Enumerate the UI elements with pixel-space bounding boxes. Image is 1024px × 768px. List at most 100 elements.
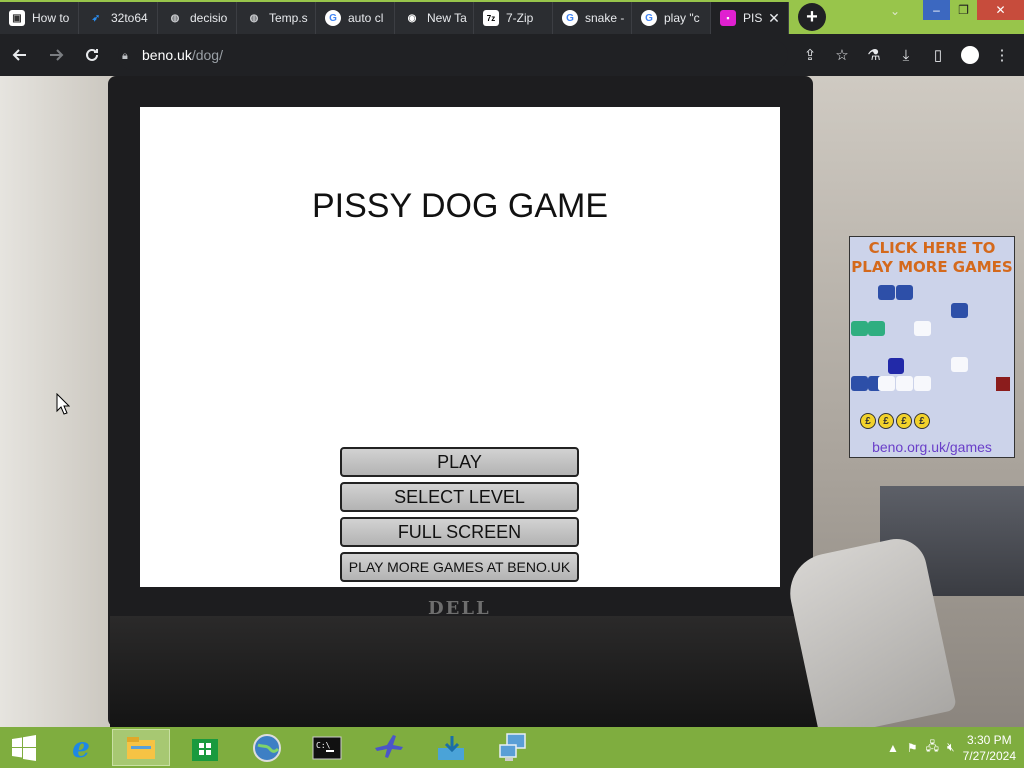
game-block (896, 285, 913, 300)
coin-icon: £ (878, 413, 894, 429)
7zip-icon: 7z (483, 10, 499, 26)
tab-title: play "c (664, 11, 700, 25)
tab-close-icon[interactable]: ✕ (766, 10, 782, 27)
tab-title: New Ta (427, 11, 467, 25)
globe-app-icon[interactable] (238, 729, 296, 766)
share-icon[interactable]: ⇪ (796, 39, 824, 71)
volume-muted-icon[interactable]: 🔇︎ (947, 740, 955, 755)
ad-headline-line2: PLAY MORE GAMES (851, 258, 1013, 276)
window-controls: – ❐ ✕ (923, 0, 1024, 22)
store-icon[interactable] (176, 729, 234, 766)
new-tab-button[interactable]: + (798, 3, 826, 31)
game-block (914, 376, 931, 391)
close-window-button[interactable]: ✕ (977, 0, 1024, 20)
game-block (851, 321, 868, 336)
airplane-app-icon[interactable] (360, 729, 418, 766)
tab-title: auto cl (348, 11, 384, 25)
url-path: /dog/ (191, 47, 223, 63)
network-status-icon[interactable]: 🖧︎ (926, 737, 939, 758)
kebab-menu-icon[interactable]: ⋮ (988, 39, 1016, 71)
ad-headline-line1: CLICK HERE TO (868, 239, 996, 257)
pissy-dog-icon: ▪ (720, 10, 736, 26)
side-panel-icon[interactable]: ▯ (924, 39, 952, 71)
tab-7zip[interactable]: 7z 7-Zip (474, 2, 553, 34)
forward-button[interactable] (40, 39, 72, 71)
tab-new-tab[interactable]: ◉ New Ta (395, 2, 474, 34)
tab-title: snake - (585, 11, 625, 25)
internet-explorer-icon[interactable]: e (52, 729, 110, 766)
page-viewport: DELL PISSY DOG GAME PLAY SELECT LEVEL FU… (0, 76, 1024, 727)
full-screen-button[interactable]: FULL SCREEN (340, 517, 579, 547)
game-block (851, 376, 868, 391)
command-prompt-icon[interactable]: C:\ (298, 729, 356, 766)
install-app-icon[interactable] (422, 729, 480, 766)
tab-title: 32to64 (111, 11, 148, 25)
tab-title: decisio (190, 11, 228, 25)
browser-toolbar: 🔒︎ beno.uk/dog/ ⇪ ☆ ⚗ ⤓ ▯ ⋮ (0, 34, 1024, 76)
tab-decisio[interactable]: ◍ decisio (158, 2, 237, 34)
game-canvas[interactable]: PISSY DOG GAME PLAY SELECT LEVEL FULL SC… (140, 107, 780, 587)
laptop-logo: DELL (428, 598, 491, 619)
tab-snake[interactable]: G snake - (553, 2, 632, 34)
play-button[interactable]: PLAY (340, 447, 579, 477)
mouse-cursor-icon (56, 392, 71, 420)
chrome-icon: ◉ (407, 12, 417, 24)
globe-icon: ◍ (170, 12, 180, 24)
tab-how-to[interactable]: ▣ How to (0, 2, 79, 34)
address-bar[interactable]: 🔒︎ beno.uk/dog/ (118, 40, 788, 70)
game-block (951, 303, 968, 318)
page-icon: ▣ (9, 10, 25, 26)
game-block (914, 321, 931, 336)
tab-temps[interactable]: ◍ Temp.s (237, 2, 316, 34)
more-games-button[interactable]: PLAY MORE GAMES AT BENO.UK (340, 552, 579, 582)
back-arrow-icon (12, 49, 26, 61)
tab-strip: ▣ How to ➶ 32to64 ◍ decisio ◍ Temp.s G a… (0, 0, 1024, 34)
select-level-button[interactable]: SELECT LEVEL (340, 482, 579, 512)
game-block (951, 357, 968, 372)
google-icon: G (641, 10, 657, 26)
system-clock[interactable]: 3:30 PM 7/27/2024 (963, 732, 1016, 764)
coin-icon: £ (914, 413, 930, 429)
google-icon: G (325, 10, 341, 26)
bookmark-star-icon[interactable]: ☆ (828, 39, 856, 71)
file-explorer-icon[interactable] (112, 729, 170, 766)
ad-headline: CLICK HERE TO PLAY MORE GAMES (850, 239, 1014, 277)
tab-title: 7-Zip (506, 11, 534, 25)
tab-title: Temp.s (269, 11, 308, 25)
ad-url: beno.org.uk/games (872, 439, 992, 455)
tab-32to64[interactable]: ➶ 32to64 (79, 2, 158, 34)
lock-icon[interactable]: 🔒︎ (122, 50, 132, 62)
back-button[interactable] (4, 39, 36, 71)
tab-search-chevron-icon[interactable]: ⌄ (890, 4, 900, 18)
game-block (896, 376, 913, 391)
game-block (878, 285, 895, 300)
clock-time: 3:30 PM (966, 732, 1012, 747)
svg-text:C:\: C:\ (316, 741, 331, 750)
enemy-character-icon (996, 377, 1010, 391)
blue-swirl-icon: ➶ (91, 12, 101, 24)
action-center-flag-icon[interactable]: ⚑ (907, 741, 918, 755)
tab-title: How to (32, 11, 70, 25)
tab-play-c[interactable]: G play "c (632, 2, 711, 34)
tab-auto-cl[interactable]: G auto cl (316, 2, 395, 34)
windows-taskbar: e C:\ ▲ ⚑ 🖧︎ 🔇︎ 3:30 PM 7/27/2024 (0, 727, 1024, 768)
start-button[interactable] (0, 727, 48, 768)
download-icon[interactable]: ⤓ (892, 39, 920, 71)
show-hidden-icons-chevron-icon[interactable]: ▲ (887, 741, 899, 755)
more-games-ad[interactable]: CLICK HERE TO PLAY MORE GAMES £ £ £ £ be… (849, 236, 1015, 458)
profile-avatar-icon[interactable] (956, 39, 984, 71)
coin-icon: £ (896, 413, 912, 429)
network-app-icon[interactable] (484, 729, 542, 766)
reload-icon (86, 48, 98, 61)
maximize-button[interactable]: ❐ (950, 0, 977, 20)
clock-date: 7/27/2024 (962, 748, 1016, 763)
minimize-button[interactable]: – (923, 0, 950, 20)
toolbar-actions: ⇪ ☆ ⚗ ⤓ ▯ ⋮ (796, 39, 1016, 71)
reload-button[interactable] (76, 39, 108, 71)
windows-logo-icon (12, 734, 36, 761)
forward-arrow-icon (50, 49, 64, 61)
system-tray: ▲ ⚑ 🖧︎ 🔇︎ 3:30 PM 7/27/2024 (887, 727, 1016, 768)
tab-pissy-dog[interactable]: ▪ PIS ✕ (711, 2, 789, 34)
dog-character-icon (888, 358, 904, 374)
labs-flask-icon[interactable]: ⚗ (860, 39, 888, 71)
